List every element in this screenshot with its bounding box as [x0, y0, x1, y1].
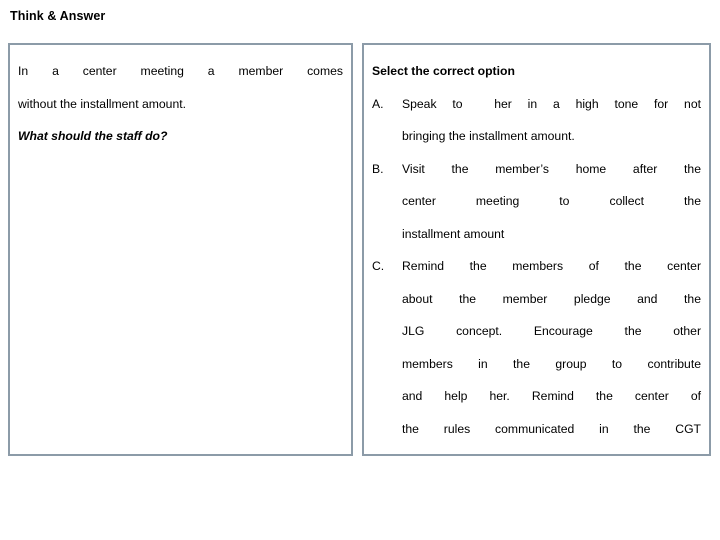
page-title: Think & Answer [10, 9, 106, 23]
option-c-line: Remind the members of the center [402, 259, 701, 273]
option-a-line: Speak to her in a high tone for not [402, 96, 701, 111]
option-b-line: installment amount [402, 226, 505, 241]
option-c-letter: C. [372, 259, 385, 273]
option-c-line: the rules communicated in the CGT [402, 421, 701, 436]
option-b-letter: B. [372, 161, 384, 176]
scenario-panel: In a center meeting a member comes witho… [8, 43, 353, 456]
option-a-line: bringing the installment amount. [402, 129, 575, 143]
scenario-line: In a center meeting a member comes [18, 64, 343, 78]
option-b[interactable]: B. Visit the member’s home after the cen… [372, 153, 701, 251]
option-c-line: about the member pledge and the [402, 291, 701, 306]
option-c-line: JLG concept. Encourage the other [402, 324, 701, 338]
options-panel: Select the correct option A. Speak to he… [362, 43, 711, 456]
option-c-body: Remind the members of the center about t… [402, 250, 701, 445]
scenario-question: What should the staff do? [18, 129, 168, 143]
option-b-body: Visit the member’s home after the center… [402, 153, 701, 251]
option-c[interactable]: C. Remind the members of the center abou… [372, 250, 701, 445]
option-b-line: Visit the member’s home after the [402, 161, 701, 176]
option-b-line: center meeting to collect the [402, 194, 701, 208]
option-a[interactable]: A. Speak to her in a high tone for not b… [372, 88, 701, 153]
option-c-line: members in the group to contribute [402, 356, 701, 371]
options-header: Select the correct option [372, 64, 515, 78]
option-a-body: Speak to her in a high tone for not brin… [402, 88, 701, 153]
scenario-line: without the installment amount. [18, 96, 187, 111]
option-a-letter: A. [372, 96, 384, 111]
option-c-line: and help her. Remind the center of [402, 389, 701, 403]
